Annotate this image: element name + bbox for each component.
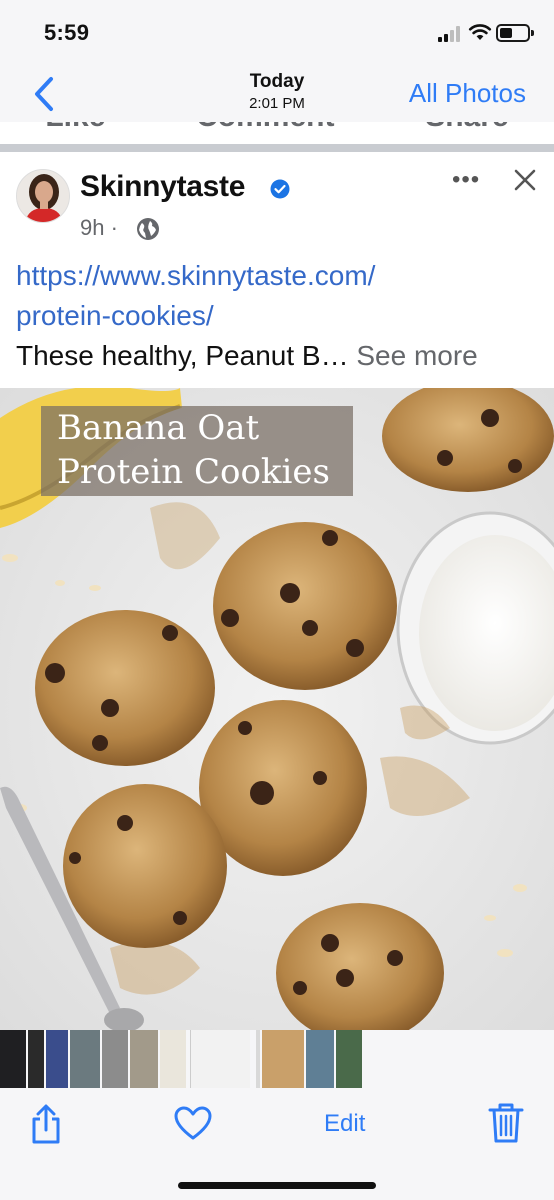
navigation-bar: Today 2:01 PM All Photos <box>0 66 554 122</box>
close-icon[interactable] <box>512 167 538 193</box>
cookie-left <box>35 610 215 766</box>
cookie-center <box>213 522 397 690</box>
home-indicator <box>178 1182 376 1189</box>
post-photo: Banana Oat Protein Cookies <box>0 388 554 1030</box>
avatar <box>16 169 70 223</box>
thumbnail[interactable] <box>306 1030 334 1088</box>
heart-icon[interactable] <box>174 1106 212 1140</box>
thumbnail[interactable] <box>0 1030 26 1088</box>
share-icon[interactable] <box>28 1104 64 1144</box>
post-link[interactable]: https://www.skinnytaste.com/ protein-coo… <box>16 256 536 336</box>
thumbnail[interactable] <box>190 1030 250 1088</box>
see-more-link[interactable]: See more <box>356 340 477 371</box>
cut-off-action-bar: Like Comment Share <box>0 122 554 144</box>
photo-viewer[interactable]: Like Comment Share Skinnytaste 9h · <box>0 122 554 1030</box>
thumbnail[interactable] <box>70 1030 100 1088</box>
caption-line-1: Banana Oat <box>57 408 260 448</box>
post-link-line-2: protein-cookies/ <box>16 300 214 331</box>
post-link-line-1: https://www.skinnytaste.com/ <box>16 260 376 291</box>
post-time-value: 9h <box>80 215 105 240</box>
caption-line-2: Protein Cookies <box>57 452 330 492</box>
cookie-bottom-left <box>63 784 227 948</box>
post-text: These healthy, Peanut B… See more <box>16 338 536 374</box>
more-button[interactable]: ••• <box>452 166 480 194</box>
all-photos-button[interactable]: All Photos <box>409 78 526 109</box>
thumbnail[interactable] <box>130 1030 158 1088</box>
page-name: Skinnytaste <box>80 170 246 203</box>
thumbnail[interactable] <box>102 1030 128 1088</box>
wifi-icon <box>468 24 492 40</box>
thumbnail-selected[interactable] <box>262 1030 304 1088</box>
post-text-body: These healthy, Peanut B… <box>16 340 349 371</box>
battery-icon <box>496 24 534 42</box>
meta-separator: · <box>110 215 118 240</box>
edit-button[interactable]: Edit <box>324 1110 365 1138</box>
post-header: Skinnytaste 9h · ••• https://www.skinnyt… <box>0 152 554 388</box>
thumbnail-strip[interactable] <box>0 1030 554 1090</box>
thumbnail[interactable] <box>28 1030 44 1088</box>
globe-icon <box>137 218 159 240</box>
status-time: 5:59 <box>44 20 90 45</box>
thumbnail[interactable] <box>46 1030 68 1088</box>
photo-caption: Banana Oat Protein Cookies <box>41 406 353 496</box>
status-bar: 5:59 <box>0 0 554 66</box>
cut-comment-label: Comment <box>196 122 334 134</box>
post-divider <box>0 144 554 152</box>
cut-like-label: Like <box>45 122 105 134</box>
signal-icon <box>438 26 464 42</box>
thumbnail[interactable] <box>256 1030 260 1088</box>
verified-badge-icon <box>270 179 290 199</box>
trash-icon[interactable] <box>488 1102 524 1144</box>
bottom-toolbar: Edit <box>0 1090 554 1200</box>
thumbnail[interactable] <box>160 1030 186 1088</box>
thumbnail[interactable] <box>336 1030 362 1088</box>
post-time: 9h · <box>80 215 118 241</box>
cut-share-label: Share <box>425 122 508 134</box>
